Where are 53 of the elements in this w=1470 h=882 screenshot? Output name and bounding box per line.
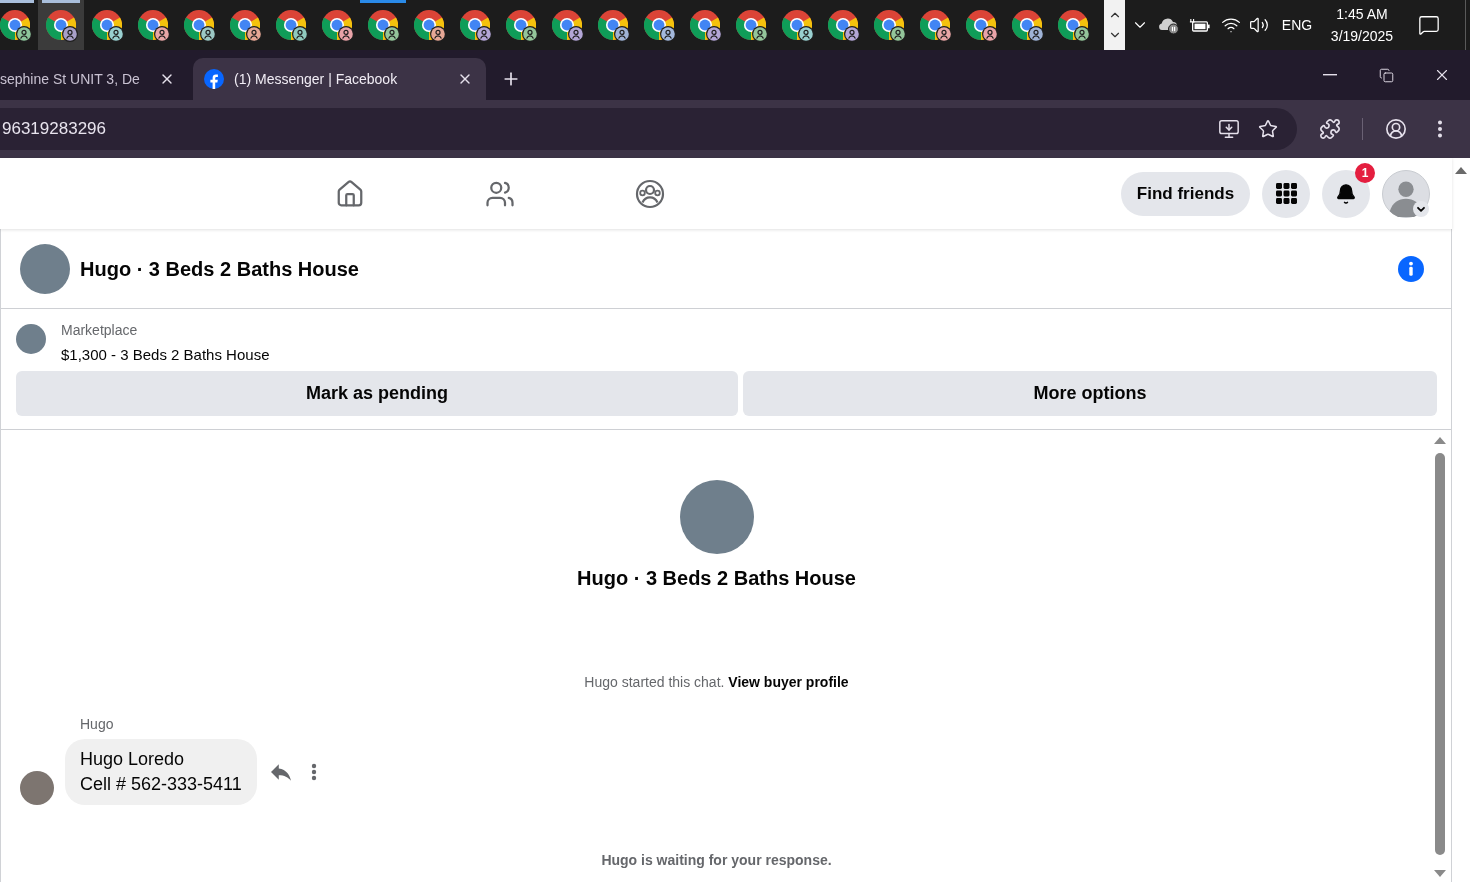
- waiting-status: Hugo is waiting for your response.: [601, 851, 832, 870]
- photo-placeholder[interactable]: [20, 243, 70, 294]
- scroll-down-arrow-icon[interactable]: [1434, 870, 1446, 878]
- people-circle-icon: [635, 178, 665, 209]
- notification-center-icon[interactable]: [1418, 14, 1440, 36]
- taskbar-app-button[interactable]: [38, 0, 84, 50]
- tab-title: sephine St UNIT 3, De: [0, 69, 140, 89]
- profile-icon[interactable]: [1385, 118, 1407, 140]
- scroll-up-arrow-icon[interactable]: [1434, 436, 1446, 444]
- scroll-up-arrow-icon[interactable]: [1455, 166, 1467, 174]
- chat-title: Hugo · 3 Beds 2 Baths House: [80, 256, 359, 282]
- speaker-icon[interactable]: [1249, 15, 1269, 35]
- account-button[interactable]: [1382, 169, 1430, 218]
- scrollbar-thumb[interactable]: [1435, 453, 1445, 855]
- bell-icon: [1335, 182, 1357, 205]
- install-app-icon[interactable]: [1218, 118, 1240, 140]
- clock-time[interactable]: 1:45 AM: [1336, 3, 1388, 25]
- bookmark-star-icon[interactable]: [1258, 119, 1278, 139]
- groups-tab[interactable]: [635, 178, 665, 209]
- notification-count-badge: 1: [1355, 162, 1375, 183]
- minimize-icon: [1323, 74, 1337, 76]
- action-button[interactable]: More options: [743, 371, 1437, 416]
- tab-title: (1) Messenger | Facebook: [234, 69, 398, 89]
- home-icon: [335, 178, 365, 209]
- photo-placeholder: [16, 324, 46, 354]
- more-options-icon[interactable]: [310, 763, 317, 781]
- address-text: 96319283296: [2, 118, 106, 141]
- clock-date[interactable]: 3/19/2025: [1330, 25, 1394, 47]
- address-bar[interactable]: 96319283296: [0, 108, 1297, 150]
- menu-button[interactable]: [1262, 169, 1310, 218]
- info-icon[interactable]: [1398, 255, 1424, 282]
- battery-charging-icon[interactable]: [1189, 17, 1211, 33]
- sender-name: Hugo: [80, 715, 114, 734]
- action-button[interactable]: Mark as pending: [16, 371, 738, 416]
- facebook-logo-icon: [204, 69, 224, 89]
- find-friends-button[interactable]: Find friends: [1121, 171, 1250, 216]
- chevron-down-icon: [1413, 200, 1429, 217]
- restore-icon: [1378, 67, 1394, 83]
- extensions-icon[interactable]: [1319, 118, 1341, 140]
- language-indicator[interactable]: ENG: [1281, 14, 1313, 36]
- photo-placeholder: [20, 771, 54, 805]
- message-bubble: Hugo Loredo Cell # 562-333-5411: [65, 739, 257, 805]
- chat-started-notice: Hugo started this chat. View buyer profile: [584, 673, 849, 692]
- grid-menu-icon: [1275, 183, 1297, 204]
- listing-source: Marketplace: [61, 321, 138, 340]
- browser-tab[interactable]: (1) Messenger | Facebook: [193, 58, 486, 100]
- reply-icon[interactable]: [270, 763, 291, 781]
- view-buyer-profile-link[interactable]: View buyer profile: [728, 674, 849, 690]
- listing-title: $1,300 - 3 Beds 2 Baths House: [61, 345, 270, 365]
- home-tab[interactable]: [335, 178, 365, 209]
- browser-tab[interactable]: sephine St UNIT 3, De: [0, 58, 185, 100]
- notifications-button[interactable]: [1322, 169, 1370, 218]
- conversation-title: Hugo · 3 Beds 2 Baths House: [577, 566, 856, 590]
